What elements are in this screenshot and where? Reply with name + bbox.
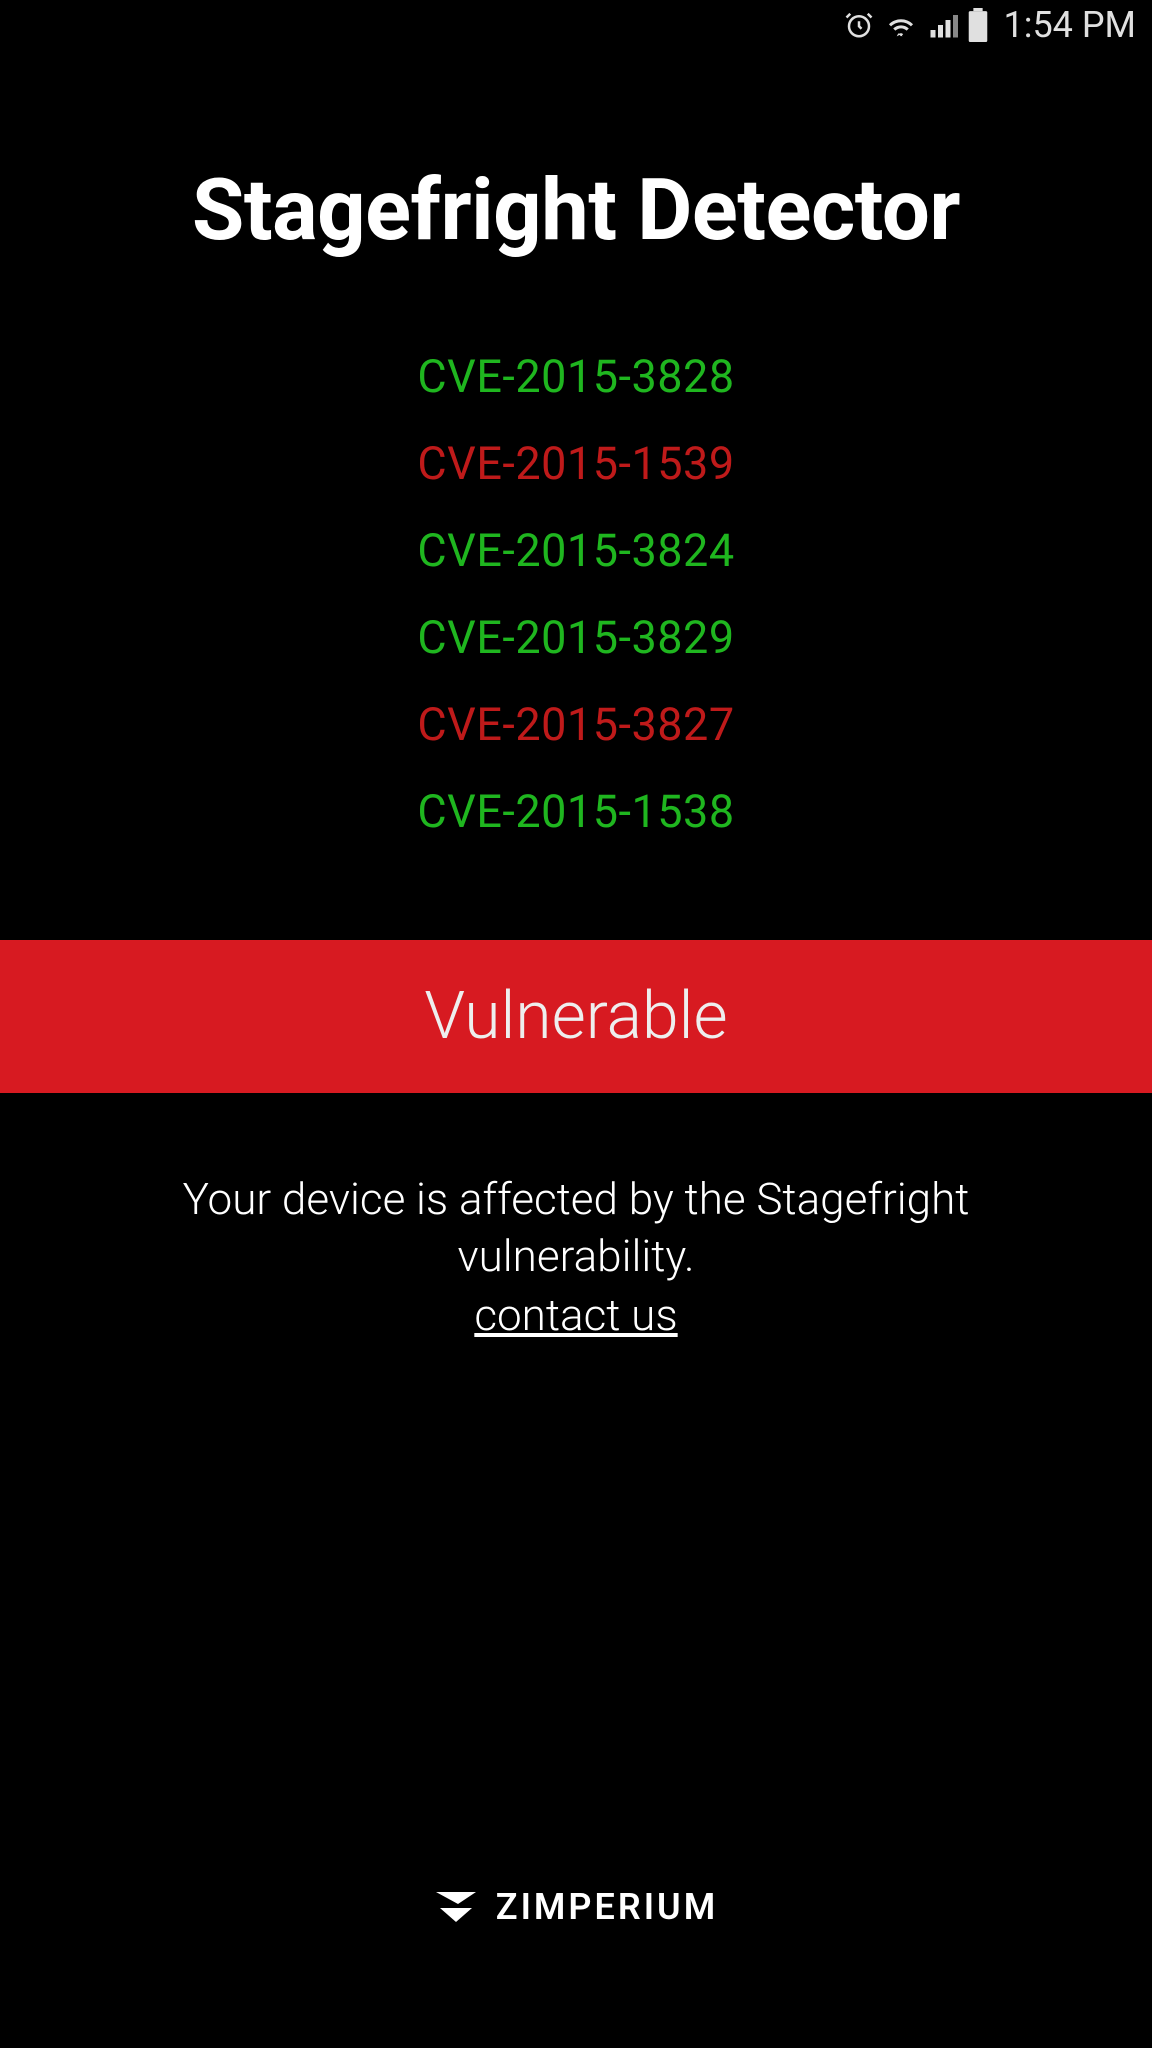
cve-list: CVE-2015-3828 CVE-2015-1539 CVE-2015-382…	[417, 350, 734, 838]
wifi-icon	[884, 8, 918, 42]
contact-us-link[interactable]: contact us	[474, 1289, 677, 1341]
cve-item: CVE-2015-3828	[417, 350, 734, 403]
cve-item: CVE-2015-3824	[417, 524, 734, 577]
footer: ZIMPERIUM	[0, 1886, 1152, 1928]
cve-item: CVE-2015-1538	[417, 785, 734, 838]
app-title: Stagefright Detector	[192, 160, 960, 260]
vulnerability-status-banner: Vulnerable	[0, 940, 1152, 1093]
cve-item: CVE-2015-1539	[417, 437, 734, 490]
message-text: Your device is affected by the Stagefrig…	[60, 1171, 1092, 1285]
alarm-icon	[844, 10, 874, 40]
cve-item: CVE-2015-3827	[417, 698, 734, 751]
zimperium-logo-icon	[434, 1890, 478, 1924]
status-time: 1:54 PM	[1004, 4, 1137, 46]
battery-icon	[968, 8, 988, 42]
footer-brand: ZIMPERIUM	[496, 1886, 718, 1928]
status-banner-label: Vulnerable	[0, 978, 1152, 1055]
cve-item: CVE-2015-3829	[417, 611, 734, 664]
signal-icon	[928, 10, 958, 40]
result-message: Your device is affected by the Stagefrig…	[0, 1171, 1152, 1341]
main-content: Stagefright Detector CVE-2015-3828 CVE-2…	[0, 50, 1152, 1341]
status-bar: 1:54 PM	[0, 0, 1152, 50]
